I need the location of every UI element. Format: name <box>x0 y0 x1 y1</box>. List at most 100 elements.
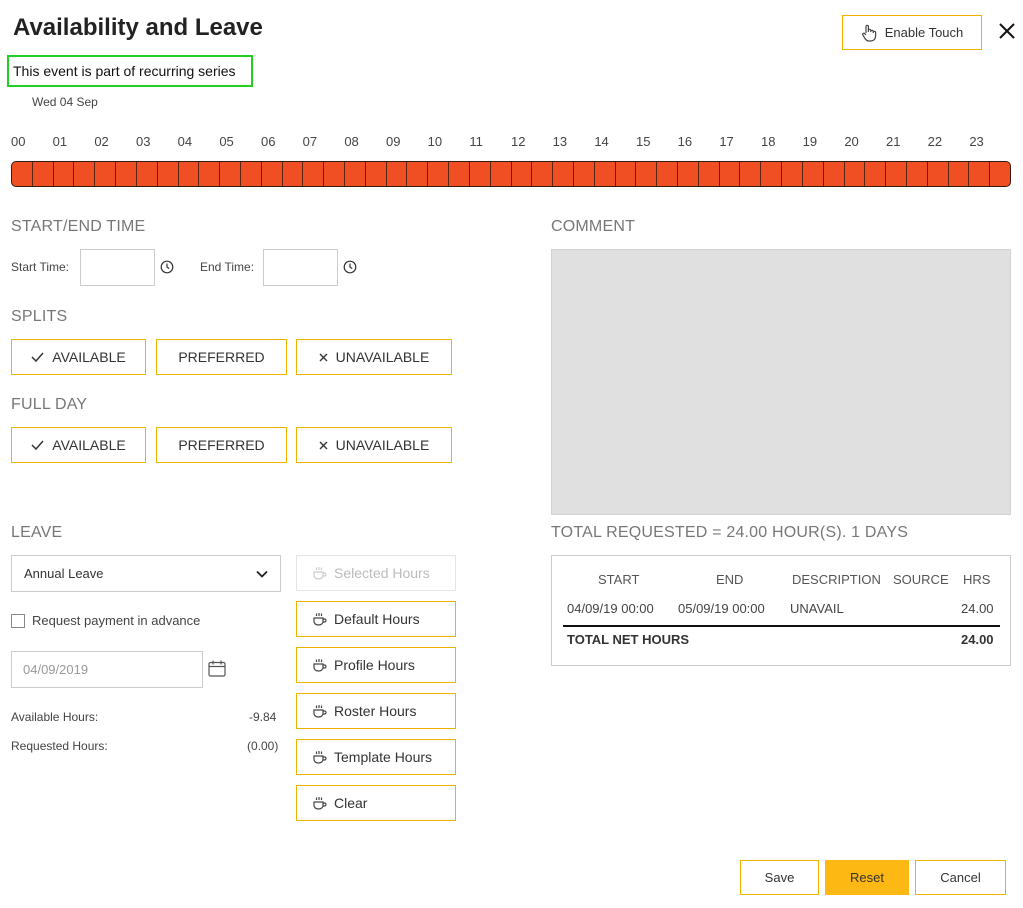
splits-available-button[interactable]: AVAILABLE <box>11 339 146 375</box>
timeline-half-hour-cell[interactable] <box>54 162 75 186</box>
timeline-half-hour-cell[interactable] <box>678 162 699 186</box>
timeline-half-hour-cell[interactable] <box>241 162 262 186</box>
timeline-half-hour-cell[interactable] <box>865 162 887 186</box>
clear-hours-button[interactable]: Clear <box>296 785 456 821</box>
full-day-available-button[interactable]: AVAILABLE <box>11 427 146 463</box>
start-time-label: Start Time: <box>11 260 70 274</box>
hour-label: 17 <box>719 134 734 149</box>
leave-date-input[interactable]: 04/09/2019 <box>11 651 203 688</box>
timeline-half-hour-cell[interactable] <box>366 162 387 186</box>
timeline-half-hour-cell[interactable] <box>928 162 949 186</box>
end-time-clock-icon[interactable] <box>343 260 357 279</box>
timeline-half-hour-cell[interactable] <box>845 162 866 186</box>
timeline-half-hour-cell[interactable] <box>616 162 637 186</box>
hour-label: 08 <box>344 134 359 149</box>
timeline-half-hour-cell[interactable] <box>512 162 533 186</box>
timeline-half-hour-cell[interactable] <box>532 162 554 186</box>
close-icon <box>999 23 1015 39</box>
timeline-half-hour-cell[interactable] <box>449 162 470 186</box>
timeline-half-hour-cell[interactable] <box>803 162 824 186</box>
enable-touch-button[interactable]: Enable Touch <box>842 15 982 50</box>
start-time-clock-icon[interactable] <box>160 260 174 279</box>
timeline-half-hour-cell[interactable] <box>470 162 491 186</box>
comment-heading: COMMENT <box>551 218 636 235</box>
timeline-half-hour-cell[interactable] <box>303 162 325 186</box>
timeline-half-hour-cell[interactable] <box>949 162 970 186</box>
hand-pointer-icon <box>861 24 876 42</box>
full-day-preferred-label: PREFERRED <box>178 437 265 453</box>
cup-icon <box>313 751 327 764</box>
timeline-half-hour-cell[interactable] <box>116 162 137 186</box>
timeline-half-hour-cell[interactable] <box>283 162 304 186</box>
leave-date-value: 04/09/2019 <box>23 662 89 677</box>
timeline-half-hour-cell[interactable] <box>657 162 678 186</box>
chevron-down-icon <box>256 570 268 578</box>
save-button[interactable]: Save <box>740 860 819 895</box>
timeline-half-hour-cell[interactable] <box>262 162 283 186</box>
end-time-input[interactable] <box>263 249 338 286</box>
row-description: UNAVAIL <box>790 601 844 616</box>
profile-hours-label: Profile Hours <box>334 657 415 673</box>
leave-heading: LEAVE <box>11 524 63 541</box>
default-hours-button[interactable]: Default Hours <box>296 601 456 637</box>
full-day-unavailable-button[interactable]: UNAVAILABLE <box>296 427 452 463</box>
recurring-series-notice: This event is part of recurring series <box>7 55 253 87</box>
timeline-half-hour-cell[interactable] <box>636 162 658 186</box>
profile-hours-button[interactable]: Profile Hours <box>296 647 456 683</box>
cancel-label: Cancel <box>940 870 981 885</box>
timeline-half-hour-cell[interactable] <box>95 162 117 186</box>
timeline-half-hour-cell[interactable] <box>74 162 96 186</box>
timeline-half-hour-cell[interactable] <box>220 162 241 186</box>
hour-label: 23 <box>969 134 984 149</box>
timeline-half-hour-cell[interactable] <box>824 162 845 186</box>
timeline-half-hour-cell[interactable] <box>574 162 595 186</box>
comment-textarea[interactable] <box>551 249 1011 515</box>
cancel-button[interactable]: Cancel <box>915 860 1006 895</box>
timeline-half-hour-cell[interactable] <box>199 162 221 186</box>
timeline-half-hour-cell[interactable] <box>33 162 54 186</box>
timeline-half-hour-cell[interactable] <box>407 162 429 186</box>
splits-preferred-button[interactable]: PREFERRED <box>156 339 287 375</box>
start-time-input[interactable] <box>80 249 155 286</box>
hour-label: 13 <box>552 134 568 149</box>
timeline-half-hour-cell[interactable] <box>886 162 907 186</box>
timeline-half-hour-cell[interactable] <box>699 162 720 186</box>
timeline-half-hour-cell[interactable] <box>345 162 366 186</box>
row-end: 05/09/19 00:00 <box>678 601 765 616</box>
timeline-half-hour-cell[interactable] <box>12 162 33 186</box>
full-day-preferred-button[interactable]: PREFERRED <box>156 427 287 463</box>
hour-label: 01 <box>52 134 68 149</box>
timeline-half-hour-cell[interactable] <box>387 162 408 186</box>
reset-label: Reset <box>850 870 884 885</box>
timeline-half-hour-cell[interactable] <box>761 162 783 186</box>
timeline-half-hour-cell[interactable] <box>428 162 450 186</box>
template-hours-button[interactable]: Template Hours <box>296 739 456 775</box>
splits-unavailable-button[interactable]: UNAVAILABLE <box>296 339 452 375</box>
request-payment-checkbox[interactable] <box>11 614 25 628</box>
timeline-half-hour-cell[interactable] <box>990 162 1010 186</box>
leave-type-select[interactable]: Annual Leave <box>11 555 281 592</box>
timeline-half-hour-cell[interactable] <box>595 162 616 186</box>
selected-hours-label: Selected Hours <box>334 565 430 581</box>
timeline-half-hour-cell[interactable] <box>782 162 803 186</box>
full-day-heading: FULL DAY <box>11 396 88 413</box>
close-button[interactable] <box>996 20 1018 42</box>
hour-timeline-bar[interactable] <box>11 161 1011 187</box>
timeline-half-hour-cell[interactable] <box>491 162 512 186</box>
timeline-half-hour-cell[interactable] <box>137 162 158 186</box>
timeline-half-hour-cell[interactable] <box>969 162 991 186</box>
timeline-half-hour-cell[interactable] <box>907 162 928 186</box>
timeline-half-hour-cell[interactable] <box>740 162 762 186</box>
selected-hours-button[interactable]: Selected Hours <box>296 555 456 591</box>
cup-icon <box>313 797 327 810</box>
roster-hours-label: Roster Hours <box>334 703 417 719</box>
timeline-half-hour-cell[interactable] <box>720 162 741 186</box>
splits-heading: SPLITS <box>11 308 68 325</box>
timeline-half-hour-cell[interactable] <box>158 162 179 186</box>
timeline-half-hour-cell[interactable] <box>179 162 200 186</box>
roster-hours-button[interactable]: Roster Hours <box>296 693 456 729</box>
reset-button[interactable]: Reset <box>825 860 909 895</box>
timeline-half-hour-cell[interactable] <box>324 162 345 186</box>
calendar-icon[interactable] <box>208 660 226 682</box>
timeline-half-hour-cell[interactable] <box>553 162 574 186</box>
